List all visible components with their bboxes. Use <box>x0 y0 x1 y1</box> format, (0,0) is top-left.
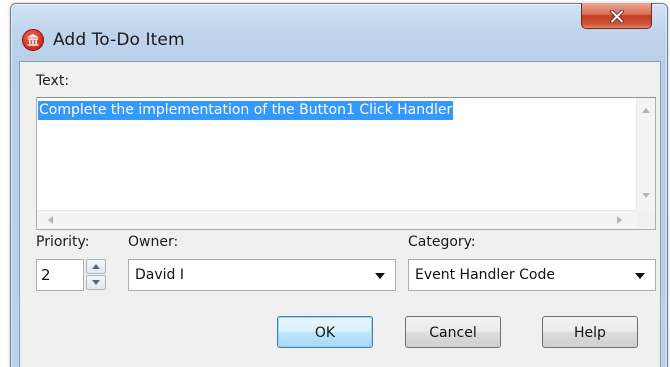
category-combo[interactable]: Event Handler Code <box>408 259 656 291</box>
priority-down-button[interactable] <box>86 275 106 290</box>
chevron-down-icon <box>92 280 100 285</box>
dialog-client-area: Text: Complete the implementation of the… <box>19 61 661 367</box>
owner-label: Owner: <box>128 234 179 250</box>
scroll-down-icon[interactable] <box>642 193 650 198</box>
app-icon <box>22 29 44 51</box>
screen: Add To-Do Item Text: Complete the implem… <box>0 0 670 367</box>
owner-value: David I <box>135 267 184 283</box>
scroll-left-icon[interactable] <box>48 216 53 224</box>
scroll-up-icon[interactable] <box>642 108 650 113</box>
owner-combo[interactable]: David I <box>128 259 396 291</box>
dropdown-arrow-icon[interactable] <box>635 273 645 279</box>
text-memo-value: Complete the implementation of the Butto… <box>38 101 454 120</box>
help-button[interactable]: Help <box>542 316 638 348</box>
text-label: Text: <box>36 73 70 89</box>
window-title: Add To-Do Item <box>53 30 185 50</box>
text-memo[interactable]: Complete the implementation of the Butto… <box>36 97 656 230</box>
horizontal-scrollbar[interactable] <box>37 210 637 229</box>
dialog-window: Add To-Do Item Text: Complete the implem… <box>10 3 668 367</box>
scroll-corner <box>637 211 655 229</box>
priority-stepper[interactable] <box>86 259 106 291</box>
priority-label: Priority: <box>36 234 90 250</box>
category-label: Category: <box>408 234 476 250</box>
cancel-button[interactable]: Cancel <box>405 316 501 348</box>
scroll-right-icon[interactable] <box>617 216 622 224</box>
dropdown-arrow-icon[interactable] <box>375 273 385 279</box>
priority-input[interactable]: 2 <box>36 259 84 291</box>
close-button[interactable] <box>581 3 652 29</box>
close-icon <box>610 10 624 23</box>
priority-up-button[interactable] <box>86 259 106 274</box>
category-value: Event Handler Code <box>415 267 555 283</box>
ok-button[interactable]: OK <box>277 316 373 348</box>
chevron-up-icon <box>92 264 100 269</box>
priority-value: 2 <box>41 266 51 284</box>
vertical-scrollbar[interactable] <box>636 98 655 211</box>
